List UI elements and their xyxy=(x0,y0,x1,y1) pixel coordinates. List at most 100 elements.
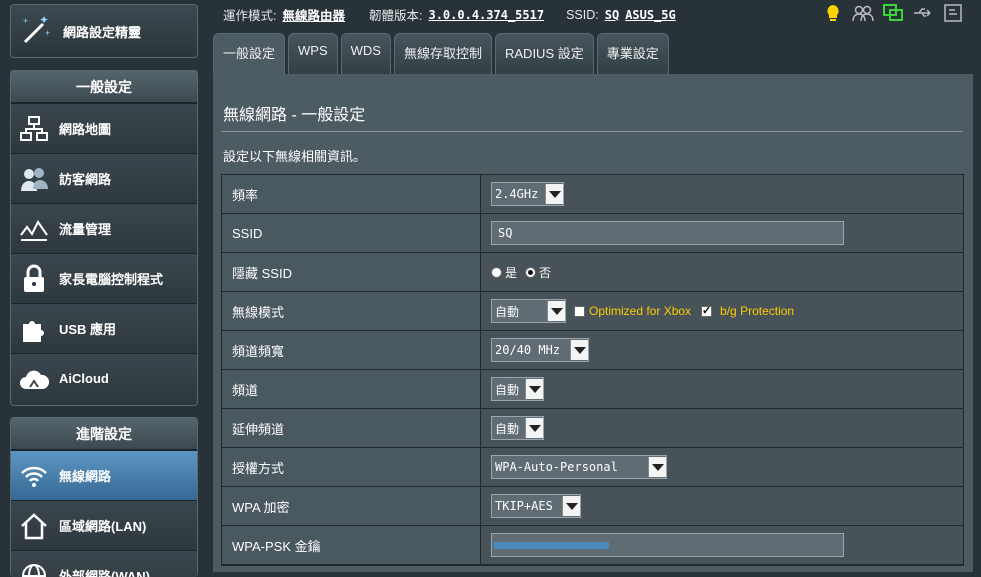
extension-channel-select[interactable]: 自動 xyxy=(491,416,544,440)
xbox-checkbox-label: Optimized for Xbox xyxy=(589,304,691,318)
page-description: 設定以下無線相關資訊。 xyxy=(223,146,366,165)
svg-text:✦: ✦ xyxy=(39,13,49,27)
xbox-checkbox[interactable] xyxy=(574,306,585,317)
sidebar-item-lan[interactable]: 區域網路(LAN) xyxy=(11,500,197,550)
wpa-encryption-select[interactable]: TKIP+AES xyxy=(491,494,581,518)
bg-protection-label: b/g Protection xyxy=(720,304,794,318)
advanced-settings-panel: 進階設定 無線網路 區域網路(LAN) 外部網路(WAN) xyxy=(10,417,198,577)
sidebar-item-traffic-manager[interactable]: 流量管理 xyxy=(11,203,197,253)
auth-method-label: 授權方式 xyxy=(222,448,481,486)
sidebar-item-label: 家長電腦控制程式 xyxy=(59,269,163,288)
tab-professional[interactable]: 專業設定 xyxy=(597,33,669,74)
main-content: 無線網路 - 一般設定 設定以下無線相關資訊。 頻率 2.4GHz SSID S… xyxy=(213,74,973,572)
wireless-mode-select[interactable]: 自動 xyxy=(491,299,566,323)
wireless-mode-label: 無線模式 xyxy=(222,292,481,330)
chevron-down-icon xyxy=(570,340,588,360)
wpa-psk-label: WPA-PSK 金鑰 xyxy=(222,526,481,564)
channel-value: 自動 xyxy=(495,381,519,398)
hide-ssid-yes-radio[interactable] xyxy=(491,267,502,278)
cloud-icon xyxy=(17,362,51,396)
network-wizard-button[interactable]: ✦++ 網路設定精靈 xyxy=(10,4,198,58)
band-label: 頻率 xyxy=(222,175,481,213)
guest-users-icon xyxy=(17,162,51,196)
bandwidth-label: 頻道頻寬 xyxy=(222,331,481,369)
bandwidth-value: 20/40 MHz xyxy=(495,343,560,357)
general-settings-panel: 一般設定 網路地圖 訪客網路 流量管理 家長電腦控制程式 USB 應用 AiCl… xyxy=(10,70,198,406)
sidebar-item-wireless[interactable]: 無線網路 xyxy=(11,450,197,500)
usb-icon[interactable] xyxy=(912,3,934,23)
tab-wds[interactable]: WDS xyxy=(341,33,391,74)
firmware-version-link[interactable]: 3.0.0.4.374_5517 xyxy=(428,8,544,22)
form-row-ssid: SSID SQ xyxy=(222,214,963,253)
ssid-label: SSID: xyxy=(566,8,599,22)
status-bar: 運作模式: 無線路由器 韌體版本: 3.0.0.4.374_5517 SSID:… xyxy=(223,5,676,24)
form-row-bandwidth: 頻道頻寬 20/40 MHz xyxy=(222,331,963,370)
clients-icon[interactable] xyxy=(852,3,874,23)
band-select[interactable]: 2.4GHz xyxy=(491,182,564,206)
bandwidth-select[interactable]: 20/40 MHz xyxy=(491,338,589,362)
auth-method-value: WPA-Auto-Personal xyxy=(495,460,618,474)
tab-mac-filter[interactable]: 無線存取控制 xyxy=(394,33,492,74)
form-row-hide-ssid: 隱藏 SSID 是 否 xyxy=(222,253,963,292)
sidebar-item-label: USB 應用 xyxy=(59,319,116,338)
sidebar-item-label: 訪客網路 xyxy=(59,169,111,188)
magic-wand-icon: ✦++ xyxy=(19,12,53,51)
chevron-down-icon xyxy=(545,184,563,204)
sidebar-item-guest-network[interactable]: 訪客網路 xyxy=(11,153,197,203)
sidebar-item-usb-application[interactable]: USB 應用 xyxy=(11,303,197,353)
notification-bulb-icon[interactable] xyxy=(822,3,844,23)
settings-tabs: 一般設定 WPS WDS 無線存取控制 RADIUS 設定 專業設定 xyxy=(213,33,669,74)
form-row-extension-channel: 延伸頻道 自動 xyxy=(222,409,963,448)
tab-general[interactable]: 一般設定 xyxy=(213,33,285,74)
sidebar-item-wan[interactable]: 外部網路(WAN) xyxy=(11,550,197,577)
operation-mode-label: 運作模式: xyxy=(223,5,276,24)
sidebar-item-aicloud[interactable]: AiCloud xyxy=(11,353,197,403)
wireless-mode-value: 自動 xyxy=(495,303,519,320)
form-row-auth-method: 授權方式 WPA-Auto-Personal xyxy=(222,448,963,487)
extension-channel-value: 自動 xyxy=(495,420,519,437)
redacted-key-bar xyxy=(494,542,609,549)
sidebar-item-parental-control[interactable]: 家長電腦控制程式 xyxy=(11,253,197,303)
form-row-channel: 頻道 自動 xyxy=(222,370,963,409)
sidebar-item-label: 無線網路 xyxy=(59,466,111,485)
chevron-down-icon xyxy=(525,418,543,438)
band-select-value: 2.4GHz xyxy=(495,187,538,201)
wpa-encryption-label: WPA 加密 xyxy=(222,487,481,525)
ssid-link-1[interactable]: SQ xyxy=(605,8,619,22)
firmware-label: 韌體版本: xyxy=(369,5,422,24)
operation-mode-link[interactable]: 無線路由器 xyxy=(282,5,345,24)
chevron-down-icon xyxy=(562,496,580,516)
hide-ssid-no-radio[interactable] xyxy=(525,267,536,278)
globe-icon xyxy=(17,559,51,577)
chevron-down-icon xyxy=(547,301,565,321)
hide-ssid-no-label: 否 xyxy=(539,264,551,281)
hide-ssid-yes-label: 是 xyxy=(505,264,517,281)
wpa-psk-input[interactable] xyxy=(491,533,844,557)
advanced-settings-header: 進階設定 xyxy=(11,418,197,450)
sidebar-item-network-map[interactable]: 網路地圖 xyxy=(11,103,197,153)
chevron-down-icon xyxy=(648,457,666,477)
svg-text:+: + xyxy=(23,16,28,26)
internet-status-icon[interactable] xyxy=(882,3,904,23)
channel-select[interactable]: 自動 xyxy=(491,377,544,401)
title-divider xyxy=(221,131,963,132)
ssid-link-2[interactable]: ASUS_5G xyxy=(625,8,676,22)
wifi-icon xyxy=(17,459,51,493)
ssid-input[interactable]: SQ xyxy=(491,221,844,245)
channel-label: 頻道 xyxy=(222,370,481,408)
wireless-settings-form: 頻率 2.4GHz SSID SQ 隱藏 SSID 是 否 xyxy=(221,174,964,566)
lock-icon xyxy=(17,262,51,296)
status-icons xyxy=(822,3,964,23)
auth-method-select[interactable]: WPA-Auto-Personal xyxy=(491,455,667,479)
bg-protection-checkbox[interactable] xyxy=(701,306,712,317)
sidebar-item-label: 流量管理 xyxy=(59,219,111,238)
tab-wps[interactable]: WPS xyxy=(288,33,338,74)
home-icon xyxy=(17,509,51,543)
sidebar-item-label: 區域網路(LAN) xyxy=(59,516,146,535)
extension-channel-label: 延伸頻道 xyxy=(222,409,481,447)
settings-panel-icon[interactable] xyxy=(942,3,964,23)
tab-radius[interactable]: RADIUS 設定 xyxy=(495,33,594,74)
form-row-band: 頻率 2.4GHz xyxy=(222,175,963,214)
general-settings-header: 一般設定 xyxy=(11,71,197,103)
page-title: 無線網路 - 一般設定 xyxy=(223,101,365,125)
